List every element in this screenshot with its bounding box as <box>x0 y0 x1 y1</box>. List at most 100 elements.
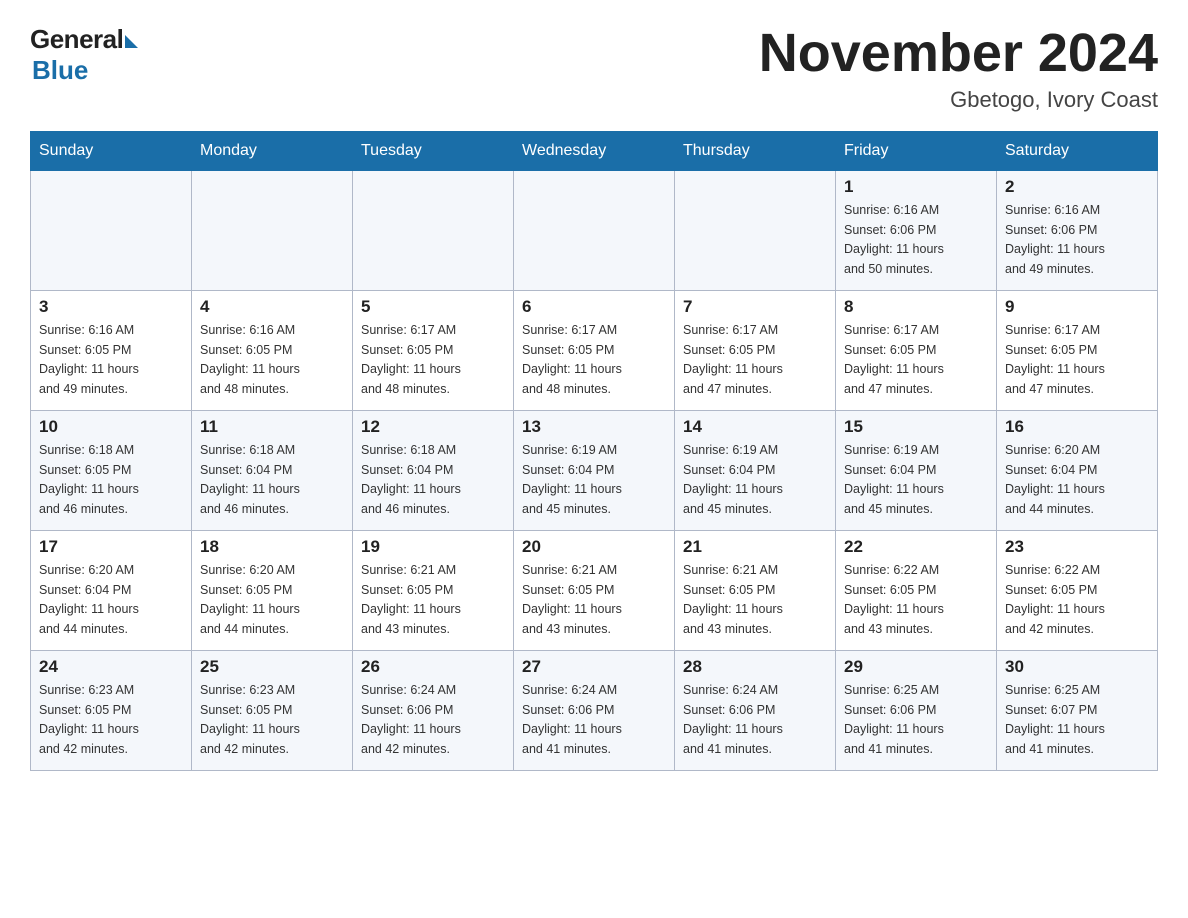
page-header: General Blue November 2024 Gbetogo, Ivor… <box>30 24 1158 113</box>
day-info: Sunrise: 6:17 AM Sunset: 6:05 PM Dayligh… <box>522 321 666 399</box>
day-number: 4 <box>200 297 344 317</box>
calendar-day-cell: 5 Sunrise: 6:17 AM Sunset: 6:05 PM Daylig… <box>353 291 514 411</box>
calendar-day-cell <box>353 171 514 291</box>
calendar-header-row: SundayMondayTuesdayWednesdayThursdayFrid… <box>31 132 1158 171</box>
day-number: 10 <box>39 417 183 437</box>
calendar-day-cell: 6 Sunrise: 6:17 AM Sunset: 6:05 PM Daylig… <box>514 291 675 411</box>
calendar-day-cell: 28 Sunrise: 6:24 AM Sunset: 6:06 PM Dayli… <box>675 651 836 771</box>
calendar-day-cell: 29Sunrise: 6:25 AM Sunset: 6:06 PM Dayli… <box>836 651 997 771</box>
day-number: 17 <box>39 537 183 557</box>
day-number: 25 <box>200 657 344 677</box>
calendar-day-cell: 30 Sunrise: 6:25 AM Sunset: 6:07 PM Dayli… <box>997 651 1158 771</box>
day-info: Sunrise: 6:18 AM Sunset: 6:04 PM Dayligh… <box>200 441 344 519</box>
calendar-day-cell: 14 Sunrise: 6:19 AM Sunset: 6:04 PM Dayli… <box>675 411 836 531</box>
calendar-day-cell: 9Sunrise: 6:17 AM Sunset: 6:05 PM Daylig… <box>997 291 1158 411</box>
day-info: Sunrise: 6:22 AM Sunset: 6:05 PM Dayligh… <box>1005 561 1149 639</box>
day-info: Sunrise: 6:17 AM Sunset: 6:05 PM Dayligh… <box>683 321 827 399</box>
day-number: 14 <box>683 417 827 437</box>
day-number: 1 <box>844 177 988 197</box>
calendar-week-row: 1 Sunrise: 6:16 AM Sunset: 6:06 PM Daylig… <box>31 171 1158 291</box>
logo-arrow-icon <box>125 35 138 48</box>
calendar-day-cell: 7Sunrise: 6:17 AM Sunset: 6:05 PM Daylig… <box>675 291 836 411</box>
calendar-day-cell: 15 Sunrise: 6:19 AM Sunset: 6:04 PM Dayli… <box>836 411 997 531</box>
day-number: 30 <box>1005 657 1149 677</box>
day-number: 2 <box>1005 177 1149 197</box>
calendar-day-cell: 4 Sunrise: 6:16 AM Sunset: 6:05 PM Daylig… <box>192 291 353 411</box>
calendar-body: 1 Sunrise: 6:16 AM Sunset: 6:06 PM Daylig… <box>31 171 1158 771</box>
day-number: 19 <box>361 537 505 557</box>
col-header-saturday: Saturday <box>997 132 1158 171</box>
day-number: 21 <box>683 537 827 557</box>
day-info: Sunrise: 6:18 AM Sunset: 6:05 PM Dayligh… <box>39 441 183 519</box>
calendar-day-cell: 21 Sunrise: 6:21 AM Sunset: 6:05 PM Dayli… <box>675 531 836 651</box>
day-number: 26 <box>361 657 505 677</box>
day-info: Sunrise: 6:19 AM Sunset: 6:04 PM Dayligh… <box>683 441 827 519</box>
day-number: 18 <box>200 537 344 557</box>
day-info: Sunrise: 6:20 AM Sunset: 6:04 PM Dayligh… <box>39 561 183 639</box>
title-block: November 2024 Gbetogo, Ivory Coast <box>759 24 1158 113</box>
calendar-table: SundayMondayTuesdayWednesdayThursdayFrid… <box>30 131 1158 771</box>
day-number: 11 <box>200 417 344 437</box>
logo-general-text: General <box>30 24 123 55</box>
calendar-day-cell: 2 Sunrise: 6:16 AM Sunset: 6:06 PM Daylig… <box>997 171 1158 291</box>
calendar-week-row: 17 Sunrise: 6:20 AM Sunset: 6:04 PM Dayli… <box>31 531 1158 651</box>
calendar-day-cell: 26 Sunrise: 6:24 AM Sunset: 6:06 PM Dayli… <box>353 651 514 771</box>
day-number: 20 <box>522 537 666 557</box>
day-number: 12 <box>361 417 505 437</box>
calendar-day-cell: 20 Sunrise: 6:21 AM Sunset: 6:05 PM Dayli… <box>514 531 675 651</box>
month-title: November 2024 <box>759 24 1158 83</box>
day-info: Sunrise: 6:18 AM Sunset: 6:04 PM Dayligh… <box>361 441 505 519</box>
calendar-day-cell: 12 Sunrise: 6:18 AM Sunset: 6:04 PM Dayli… <box>353 411 514 531</box>
day-number: 28 <box>683 657 827 677</box>
col-header-sunday: Sunday <box>31 132 192 171</box>
day-number: 27 <box>522 657 666 677</box>
day-number: 29 <box>844 657 988 677</box>
day-number: 3 <box>39 297 183 317</box>
calendar-day-cell: 3 Sunrise: 6:16 AM Sunset: 6:05 PM Daylig… <box>31 291 192 411</box>
calendar-day-cell: 23Sunrise: 6:22 AM Sunset: 6:05 PM Dayli… <box>997 531 1158 651</box>
day-number: 15 <box>844 417 988 437</box>
day-info: Sunrise: 6:24 AM Sunset: 6:06 PM Dayligh… <box>361 681 505 759</box>
col-header-tuesday: Tuesday <box>353 132 514 171</box>
calendar-day-cell: 8Sunrise: 6:17 AM Sunset: 6:05 PM Daylig… <box>836 291 997 411</box>
col-header-wednesday: Wednesday <box>514 132 675 171</box>
day-info: Sunrise: 6:21 AM Sunset: 6:05 PM Dayligh… <box>522 561 666 639</box>
calendar-day-cell: 22 Sunrise: 6:22 AM Sunset: 6:05 PM Dayli… <box>836 531 997 651</box>
day-number: 9 <box>1005 297 1149 317</box>
logo: General Blue <box>30 24 138 86</box>
logo-blue-text: Blue <box>32 55 88 86</box>
day-info: Sunrise: 6:20 AM Sunset: 6:05 PM Dayligh… <box>200 561 344 639</box>
day-info: Sunrise: 6:16 AM Sunset: 6:06 PM Dayligh… <box>1005 201 1149 279</box>
day-number: 16 <box>1005 417 1149 437</box>
calendar-day-cell: 25 Sunrise: 6:23 AM Sunset: 6:05 PM Dayli… <box>192 651 353 771</box>
day-info: Sunrise: 6:24 AM Sunset: 6:06 PM Dayligh… <box>522 681 666 759</box>
day-info: Sunrise: 6:23 AM Sunset: 6:05 PM Dayligh… <box>39 681 183 759</box>
day-info: Sunrise: 6:17 AM Sunset: 6:05 PM Dayligh… <box>361 321 505 399</box>
day-info: Sunrise: 6:21 AM Sunset: 6:05 PM Dayligh… <box>683 561 827 639</box>
col-header-friday: Friday <box>836 132 997 171</box>
day-info: Sunrise: 6:19 AM Sunset: 6:04 PM Dayligh… <box>844 441 988 519</box>
calendar-day-cell: 1 Sunrise: 6:16 AM Sunset: 6:06 PM Daylig… <box>836 171 997 291</box>
day-info: Sunrise: 6:21 AM Sunset: 6:05 PM Dayligh… <box>361 561 505 639</box>
calendar-day-cell: 13Sunrise: 6:19 AM Sunset: 6:04 PM Dayli… <box>514 411 675 531</box>
day-info: Sunrise: 6:16 AM Sunset: 6:05 PM Dayligh… <box>200 321 344 399</box>
day-info: Sunrise: 6:16 AM Sunset: 6:06 PM Dayligh… <box>844 201 988 279</box>
day-info: Sunrise: 6:24 AM Sunset: 6:06 PM Dayligh… <box>683 681 827 759</box>
calendar-day-cell: 17 Sunrise: 6:20 AM Sunset: 6:04 PM Dayli… <box>31 531 192 651</box>
calendar-day-cell: 11 Sunrise: 6:18 AM Sunset: 6:04 PM Dayli… <box>192 411 353 531</box>
day-number: 6 <box>522 297 666 317</box>
day-number: 5 <box>361 297 505 317</box>
calendar-day-cell: 19 Sunrise: 6:21 AM Sunset: 6:05 PM Dayli… <box>353 531 514 651</box>
day-number: 22 <box>844 537 988 557</box>
day-info: Sunrise: 6:16 AM Sunset: 6:05 PM Dayligh… <box>39 321 183 399</box>
calendar-day-cell <box>675 171 836 291</box>
day-info: Sunrise: 6:25 AM Sunset: 6:07 PM Dayligh… <box>1005 681 1149 759</box>
calendar-day-cell: 16 Sunrise: 6:20 AM Sunset: 6:04 PM Dayli… <box>997 411 1158 531</box>
calendar-day-cell: 24Sunrise: 6:23 AM Sunset: 6:05 PM Dayli… <box>31 651 192 771</box>
location: Gbetogo, Ivory Coast <box>759 87 1158 113</box>
calendar-day-cell: 27 Sunrise: 6:24 AM Sunset: 6:06 PM Dayli… <box>514 651 675 771</box>
day-info: Sunrise: 6:22 AM Sunset: 6:05 PM Dayligh… <box>844 561 988 639</box>
day-info: Sunrise: 6:20 AM Sunset: 6:04 PM Dayligh… <box>1005 441 1149 519</box>
calendar-day-cell <box>192 171 353 291</box>
day-info: Sunrise: 6:23 AM Sunset: 6:05 PM Dayligh… <box>200 681 344 759</box>
